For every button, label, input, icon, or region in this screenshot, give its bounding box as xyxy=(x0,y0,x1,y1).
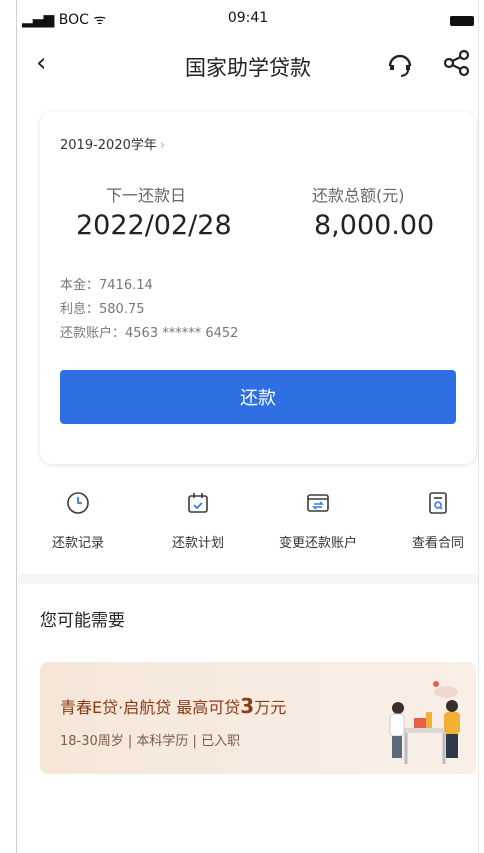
principal-text: 本金：7416.14 xyxy=(60,278,153,293)
total-repayment-label: 还款总额(元) xyxy=(312,186,405,205)
share-icon[interactable] xyxy=(442,48,472,78)
section-title: 您可能需要 xyxy=(40,611,125,631)
promo-title-amount: 3 xyxy=(240,694,255,718)
promo-banner[interactable]: 青春E贷·启航贷 最高可贷3万元 18-30周岁 | 本科学历 | 已入职 xyxy=(40,662,476,774)
shortcut-label: 变更还款账户 xyxy=(278,536,357,551)
people-working-illustration xyxy=(389,681,460,764)
promo-subtitle: 18-30周岁 | 本科学历 | 已入职 xyxy=(60,734,241,749)
calendar-icon xyxy=(188,493,208,513)
nav-bar: ‹ 国家助学贷款 xyxy=(18,40,478,90)
shortcut-label: 查看合同 xyxy=(411,536,464,551)
promo-title: 青春E贷·启航贷 最高可贷3万元 xyxy=(60,694,286,718)
document-search-icon xyxy=(429,492,447,514)
shortcut-repayment-records[interactable]: 还款记录 xyxy=(18,490,138,551)
shortcut-grid: 还款记录 还款计划 变更还款账户 查看合同 xyxy=(18,490,478,564)
next-repayment-date-label: 下一还款日 xyxy=(106,186,187,205)
repayment-account-text: 还款账户：4563 ****** 6452 xyxy=(60,326,239,341)
shortcut-view-contract[interactable]: 查看合同 xyxy=(378,490,484,551)
loan-card: 2019-2020学年 › 下一还款日 还款总额(元) 2022/02/28 8,… xyxy=(40,112,476,464)
status-time: 09:41 xyxy=(227,10,269,26)
shortcut-repayment-plan[interactable]: 还款计划 xyxy=(138,490,258,551)
clock-icon xyxy=(67,492,89,514)
promo-title-suffix: 万元 xyxy=(254,698,287,717)
app-screen: ▂▄▆ BOC ᯤ 09:41 ‹ 国家助学贷款 2019-2020学年 › 下一… xyxy=(0,0,484,853)
academic-year-selector[interactable]: 2019-2020学年 › xyxy=(60,134,165,153)
shortcut-label: 还款计划 xyxy=(171,536,224,551)
academic-year-label: 2019-2020学年 xyxy=(60,138,157,153)
chevron-right-icon: › xyxy=(159,138,166,153)
promo-title-prefix: 青春E贷·启航贷 最高可贷 xyxy=(60,698,241,717)
headset-icon[interactable] xyxy=(386,50,414,78)
battery-icon xyxy=(450,16,474,26)
interest-text: 利息：580.75 xyxy=(60,302,145,317)
card-swap-icon xyxy=(307,494,329,512)
total-repayment-value: 8,000.00 xyxy=(314,210,435,241)
repay-button[interactable]: 还款 xyxy=(60,370,456,424)
frame-border-left xyxy=(16,0,17,853)
shortcut-change-account[interactable]: 变更还款账户 xyxy=(258,490,378,551)
status-bar: ▂▄▆ BOC ᯤ 09:41 xyxy=(22,10,474,36)
next-repayment-date-value: 2022/02/28 xyxy=(76,210,232,241)
section-divider xyxy=(18,574,478,584)
shortcut-label: 还款记录 xyxy=(51,536,104,551)
frame-border-right xyxy=(478,0,479,853)
